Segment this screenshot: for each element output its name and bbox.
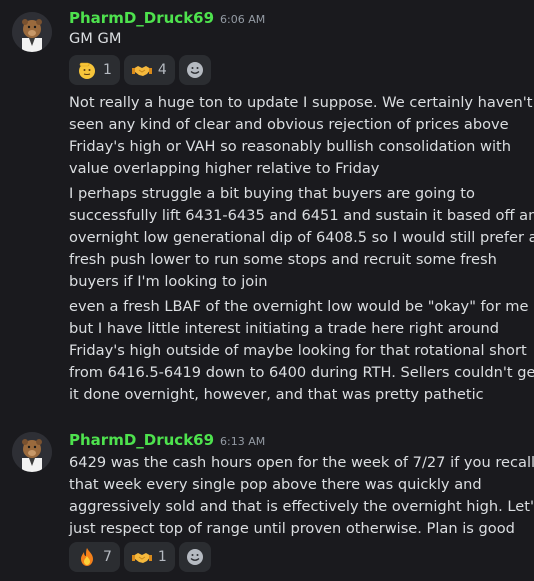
message-text: buyers if I'm looking to join <box>69 273 268 290</box>
user-avatar[interactable] <box>12 12 52 52</box>
message-text: it done overnight, however, and that was… <box>69 386 484 403</box>
add-reaction-button[interactable] <box>178 542 211 572</box>
message-text: just respect top of range until proven o… <box>69 520 515 537</box>
message-text: that week every single pop above there w… <box>69 476 482 493</box>
message-text: value overlapping higher relative to Fri… <box>69 160 380 177</box>
message-text: seen any kind of clear and obvious rejec… <box>69 116 509 133</box>
fire-icon <box>81 548 93 566</box>
message-text: Not really a huge ton to update I suppos… <box>69 94 533 111</box>
message-header: PharmD_Druck69 6:06 AM <box>69 8 265 28</box>
user-avatar[interactable] <box>12 432 52 472</box>
reaction-bar: 7 1 <box>69 542 211 572</box>
message-text: GM GM <box>69 30 122 47</box>
message-text: successfully lift 6431-6435 and 6451 and… <box>69 207 534 224</box>
timestamp: 6:13 AM <box>220 435 266 448</box>
reaction-count: 4 <box>157 62 167 78</box>
message-text: but I have little interest initiating a … <box>69 320 500 337</box>
message-text: 6429 was the cash hours open for the wee… <box>69 454 534 471</box>
message-text: Friday's high or VAH so reasonably bulli… <box>69 138 512 155</box>
reaction-count: 1 <box>103 62 112 78</box>
reaction-handshake[interactable]: 1 <box>123 542 175 572</box>
message-text: Friday's high outside of maybe looking f… <box>69 342 527 359</box>
handshake-icon <box>131 553 152 563</box>
reaction-bar: 1 4 <box>69 55 211 85</box>
reaction-handshake[interactable]: 4 <box>123 55 175 85</box>
reaction-count: 7 <box>103 549 112 565</box>
username[interactable]: PharmD_Druck69 <box>69 431 214 449</box>
add-reaction-icon <box>186 549 203 565</box>
message-text: even a fresh LBAF of the overnight low w… <box>69 298 529 315</box>
saluting-face-icon <box>79 62 95 79</box>
reaction-count: 1 <box>157 549 167 565</box>
add-reaction-icon <box>186 62 203 78</box>
message-text: I perhaps struggle a bit buying that buy… <box>69 185 475 202</box>
timestamp: 6:06 AM <box>220 13 266 26</box>
reaction-saluting-face[interactable]: 1 <box>69 55 120 85</box>
message-text: from 6416.5-6419 down to 6400 during RTH… <box>69 364 534 381</box>
message-text: fresh push lower to run some stops and r… <box>69 251 497 268</box>
message-text: aggressively sold and that is effectivel… <box>69 498 534 515</box>
message-header: PharmD_Druck69 6:13 AM <box>69 430 265 450</box>
handshake-icon <box>131 66 152 76</box>
username[interactable]: PharmD_Druck69 <box>69 9 214 27</box>
message-text: overnight low generational dip of 6408.5… <box>69 229 534 246</box>
add-reaction-button[interactable] <box>178 55 211 85</box>
reaction-fire[interactable]: 7 <box>69 542 120 572</box>
